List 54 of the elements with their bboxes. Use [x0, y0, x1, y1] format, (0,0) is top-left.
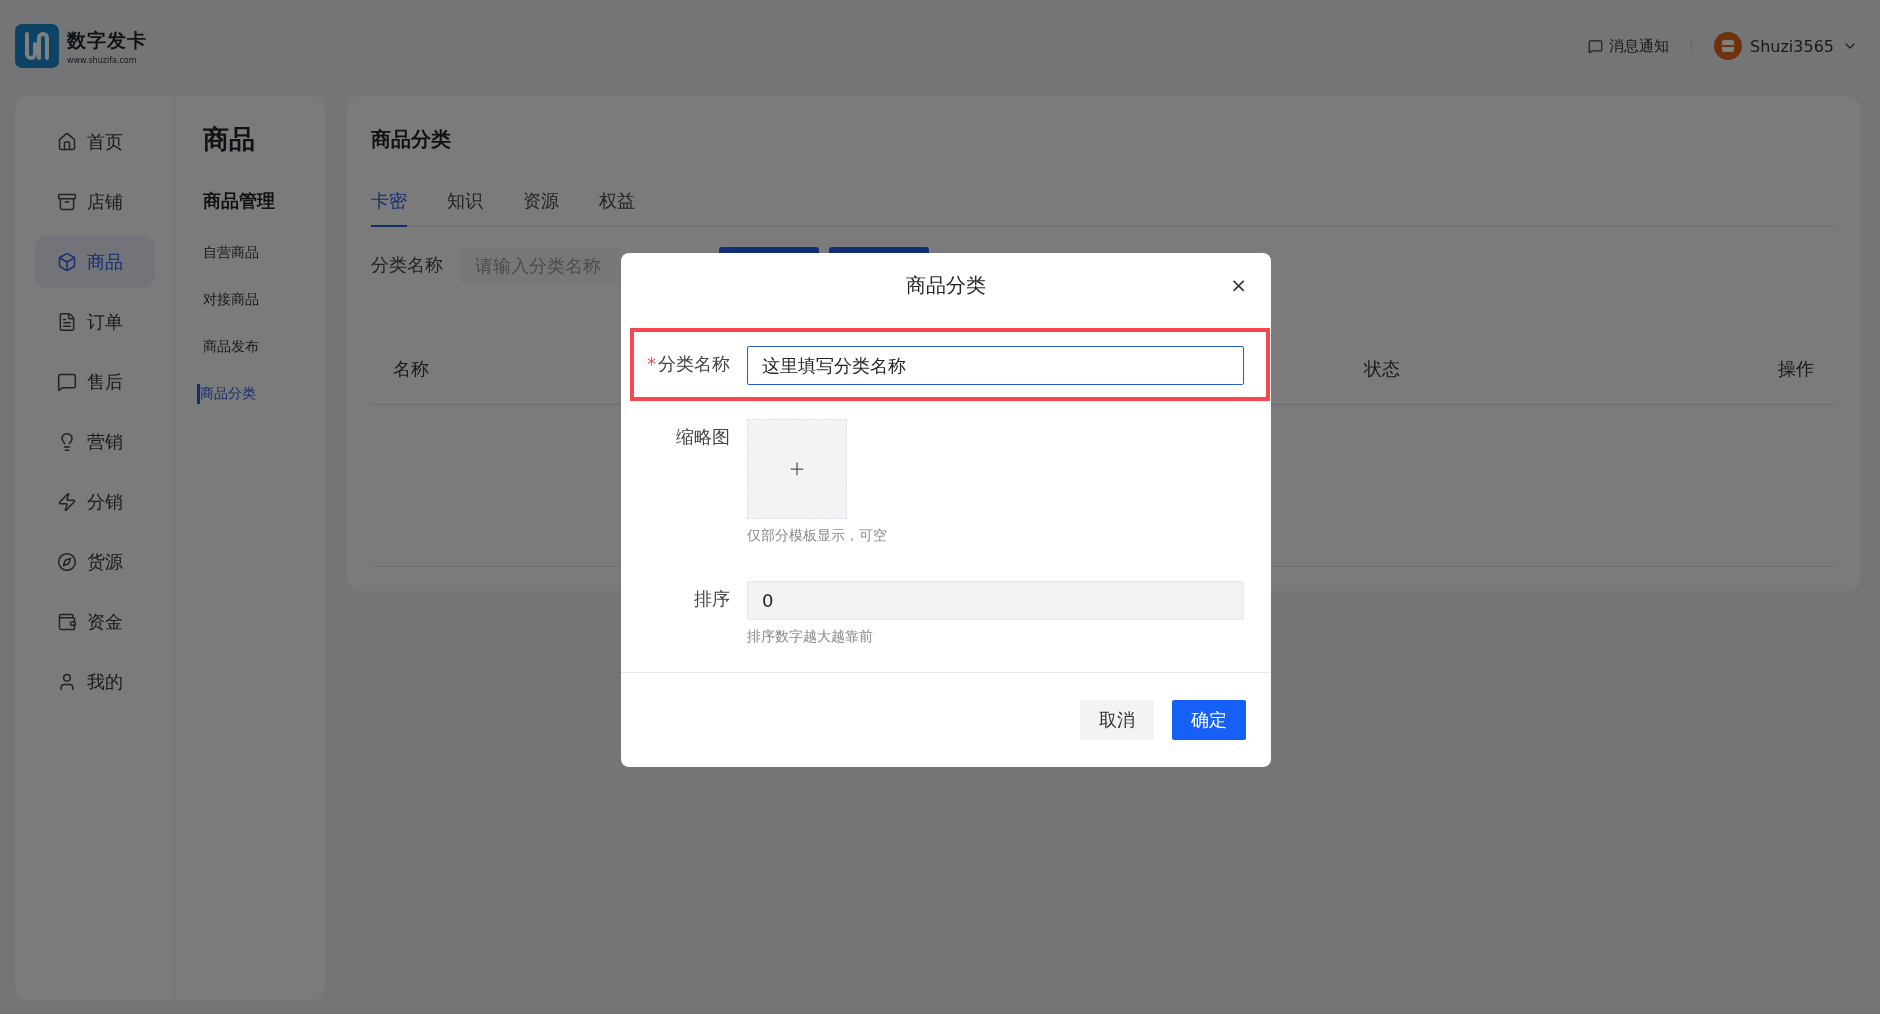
group-title: 商品管理 — [203, 189, 276, 213]
confirm-button[interactable]: 确定 — [1172, 700, 1246, 740]
dialog-title: 商品分类 — [906, 271, 986, 299]
tab[interactable]: 卡密 — [371, 189, 407, 227]
nav-item[interactable]: 资金 — [35, 596, 155, 648]
nav-item[interactable]: 首页 — [35, 116, 155, 168]
notification-link[interactable]: 消息通知 — [1588, 36, 1669, 56]
logo-title: 数字发卡 — [67, 27, 147, 53]
name-input-field[interactable]: 这里填写分类名称 — [747, 346, 1244, 385]
cancel-button[interactable]: 取消 — [1080, 700, 1154, 740]
archive-icon — [57, 192, 77, 212]
chat-icon — [57, 372, 77, 392]
submenu-item[interactable]: 商品分类 — [197, 384, 325, 404]
nav-item[interactable]: 订单 — [35, 296, 155, 348]
column-header: 名称 — [393, 356, 429, 381]
submenu-item[interactable]: 自营商品 — [197, 243, 325, 263]
nav-item[interactable]: 营销 — [35, 416, 155, 468]
submenu-item[interactable]: 商品发布 — [197, 337, 325, 357]
sort-input-field[interactable]: 0 — [747, 581, 1244, 620]
field-hint: 仅部分模板显示，可空 — [747, 527, 888, 545]
tab[interactable]: 权益 — [599, 189, 635, 227]
avatar-icon — [1714, 32, 1742, 60]
field-label: 缩略图 — [676, 426, 730, 447]
logo-icon — [15, 24, 59, 68]
user-icon — [57, 672, 77, 692]
page-title: 商品分类 — [371, 126, 452, 153]
user-menu[interactable]: Shuzi3565 — [1714, 32, 1858, 60]
field-hint: 排序数字越大越靠前 — [747, 628, 874, 646]
tab[interactable]: 资源 — [523, 189, 559, 227]
nav-item[interactable]: 分销 — [35, 476, 155, 528]
column-header: 操作 — [1778, 356, 1814, 381]
close-button[interactable]: × — [1230, 275, 1247, 295]
nav-item[interactable]: 货源 — [35, 536, 155, 588]
tab[interactable]: 知识 — [447, 189, 483, 227]
column-header: 状态 — [1364, 356, 1400, 381]
logo-url: www.shuzifa.com — [67, 55, 138, 65]
compass-icon — [57, 552, 77, 572]
lightning-icon — [57, 492, 77, 512]
submenu-item[interactable]: 对接商品 — [197, 290, 325, 310]
chat-icon — [1588, 38, 1603, 54]
field-label: 排序 — [694, 588, 730, 609]
nav-item[interactable]: 商品 — [35, 236, 155, 288]
field-label: 分类名称 — [658, 353, 730, 374]
document-icon — [57, 312, 77, 332]
required-mark: * — [647, 353, 656, 374]
upload-button[interactable] — [747, 419, 847, 519]
nav-item[interactable]: 售后 — [35, 356, 155, 408]
filter-label: 分类名称 — [371, 253, 443, 277]
section-title: 商品 — [203, 123, 256, 156]
home-icon — [57, 132, 77, 152]
wallet-icon — [57, 612, 77, 632]
cube-icon — [57, 252, 77, 272]
nav-item[interactable]: 我的 — [35, 656, 155, 708]
nav-item[interactable]: 店铺 — [35, 176, 155, 228]
